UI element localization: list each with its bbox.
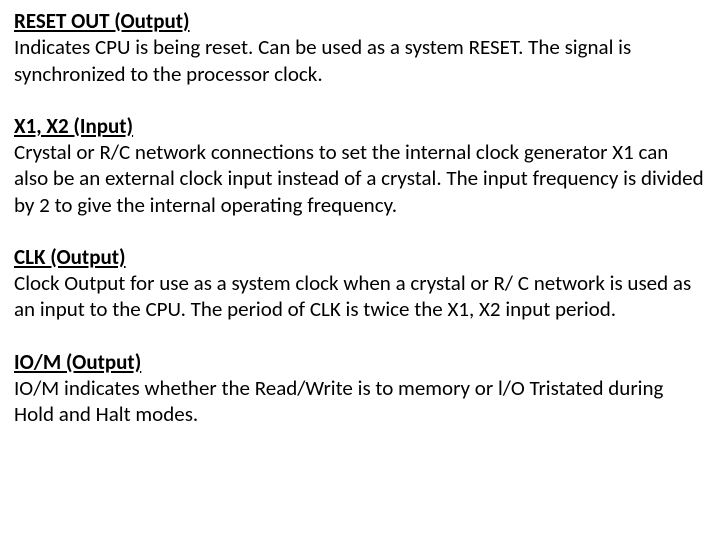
pin-heading: CLK (Output) [14, 244, 706, 270]
pin-heading: IO/M (Output) [14, 349, 706, 375]
pin-section-clk: CLK (Output) Clock Output for use as a s… [14, 244, 706, 323]
pin-section-reset-out: RESET OUT (Output) Indicates CPU is bein… [14, 8, 706, 87]
pin-section-x1-x2: X1, X2 (Input) Crystal or R/C network co… [14, 113, 706, 218]
pin-description: Indicates CPU is being reset. Can be use… [14, 34, 706, 87]
pin-heading: X1, X2 (Input) [14, 113, 706, 139]
pin-description: Crystal or R/C network connections to se… [14, 139, 706, 218]
pin-heading: RESET OUT (Output) [14, 8, 706, 34]
pin-section-io-m: IO/M (Output) IO/M indicates whether the… [14, 349, 706, 428]
pin-description: Clock Output for use as a system clock w… [14, 270, 706, 323]
pin-description: IO/M indicates whether the Read/Write is… [14, 375, 706, 428]
